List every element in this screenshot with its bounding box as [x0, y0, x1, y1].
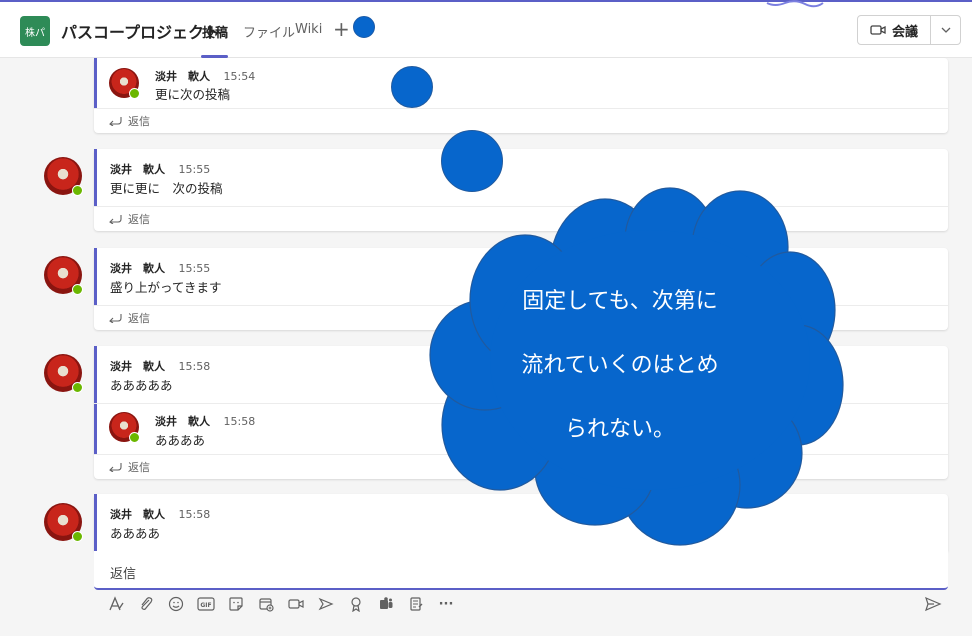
- tab-posts[interactable]: 投稿: [202, 22, 228, 41]
- message-author[interactable]: 淡井 軟人: [110, 360, 165, 373]
- stream-icon[interactable]: [317, 595, 335, 613]
- message-author[interactable]: 淡井 軟人: [110, 508, 165, 521]
- message-meta: 淡井 軟人 15:58: [110, 358, 210, 374]
- more-icon[interactable]: ···: [437, 595, 455, 613]
- callout-line: 固定しても、次第に: [522, 289, 718, 314]
- message-text: 盛り上がってきます: [110, 280, 222, 295]
- thread-accent: [94, 346, 97, 454]
- presence-available-icon: [129, 432, 140, 443]
- message-text: ああああ: [110, 526, 161, 541]
- teams-app-icon[interactable]: [377, 595, 395, 613]
- meet-button[interactable]: 会議: [857, 15, 961, 45]
- reply-arrow-icon: [109, 117, 122, 126]
- reply-text: ああああ: [155, 433, 206, 448]
- sticker-icon[interactable]: [227, 595, 245, 613]
- message-meta: 淡井 軟人 15:55: [110, 161, 210, 177]
- thread-accent: [94, 58, 97, 108]
- reply-label: 返信: [128, 312, 150, 325]
- avatar[interactable]: [44, 503, 83, 542]
- reply-label: 返信: [128, 213, 150, 226]
- attach-icon[interactable]: [137, 595, 155, 613]
- callout-small-bubble: [391, 66, 433, 108]
- message-card: 淡井 軟人 15:54 更に次の投稿 返信: [94, 58, 948, 133]
- reply-compose-box[interactable]: 返信: [94, 551, 948, 590]
- send-icon[interactable]: [924, 595, 942, 613]
- callout-line: 流れていくのはとめ: [521, 353, 719, 378]
- thread-accent: [94, 149, 97, 206]
- avatar[interactable]: [109, 68, 140, 99]
- avatar[interactable]: [44, 256, 83, 295]
- plus-icon[interactable]: +: [333, 17, 350, 41]
- message-time: 15:58: [178, 360, 211, 373]
- message-time: 15:55: [178, 262, 211, 275]
- annotation-scribble: [766, 0, 824, 8]
- video-camera-icon: [870, 25, 886, 35]
- praise-icon[interactable]: [347, 595, 365, 613]
- channel-header: 株パ パスコープロジェクト 投稿 ファイル Wiki + 会議: [0, 0, 972, 58]
- message-text: 更に更に 次の投稿: [110, 181, 223, 196]
- presence-available-icon: [129, 88, 140, 99]
- reply-time: 15:58: [223, 415, 256, 428]
- tab-files[interactable]: ファイル: [243, 22, 295, 41]
- presence-available-icon: [72, 284, 83, 295]
- message-meta: 淡井 軟人 15:58: [110, 506, 210, 522]
- message-text: 更に次の投稿: [155, 87, 231, 102]
- callout-line: られない。: [564, 417, 675, 442]
- reply-button[interactable]: 返信: [108, 459, 150, 475]
- reply-arrow-icon: [109, 215, 122, 224]
- message-author[interactable]: 淡井 軟人: [110, 163, 165, 176]
- compose-input[interactable]: 返信: [110, 563, 136, 582]
- chevron-down-icon: [941, 27, 950, 33]
- callout-text: 固定しても、次第に 流れていくのはとめ られない。: [470, 270, 770, 462]
- reply-author[interactable]: 淡井 軟人: [155, 415, 210, 428]
- reply-arrow-icon: [109, 314, 122, 323]
- thread-accent: [94, 494, 97, 551]
- tab-wiki[interactable]: Wiki: [295, 22, 322, 37]
- avatar[interactable]: [44, 354, 83, 393]
- message-meta: 淡井 軟人 15:55: [110, 260, 210, 276]
- meet-dropdown[interactable]: [931, 16, 960, 44]
- team-name: パスコープロジェクト: [61, 23, 221, 42]
- svg-text:GIF: GIF: [200, 602, 211, 609]
- message-text: あああああ: [110, 378, 173, 393]
- message-time: 15:58: [178, 508, 211, 521]
- message-meta: 淡井 軟人 15:54: [155, 68, 255, 84]
- top-accent-line: [0, 0, 972, 2]
- reply-button[interactable]: 返信: [108, 310, 150, 326]
- divider: [94, 108, 948, 109]
- presence-available-icon: [72, 531, 83, 542]
- presence-available-icon: [72, 185, 83, 196]
- team-avatar[interactable]: 株パ: [20, 16, 50, 46]
- reply-meta: 淡井 軟人 15:58: [155, 413, 255, 429]
- reply-label: 返信: [128, 115, 150, 128]
- callout-medium-bubble: [441, 130, 503, 192]
- meet-label: 会議: [891, 24, 918, 40]
- video-icon[interactable]: [287, 595, 305, 613]
- message-author[interactable]: 淡井 軟人: [155, 70, 210, 83]
- schedule-meeting-icon[interactable]: [257, 595, 275, 613]
- forms-icon[interactable]: [407, 595, 425, 613]
- reply-arrow-icon: [109, 463, 122, 472]
- format-icon[interactable]: [107, 595, 125, 613]
- avatar[interactable]: [109, 412, 140, 443]
- callout-small-bubble: [353, 16, 375, 38]
- avatar[interactable]: [44, 157, 83, 196]
- reply-button[interactable]: 返信: [108, 113, 150, 129]
- gif-icon[interactable]: GIF: [197, 595, 215, 613]
- message-time: 15:55: [178, 163, 211, 176]
- reply-button[interactable]: 返信: [108, 211, 150, 227]
- presence-available-icon: [72, 382, 83, 393]
- message-time: 15:54: [223, 70, 256, 83]
- message-author[interactable]: 淡井 軟人: [110, 262, 165, 275]
- reply-label: 返信: [128, 461, 150, 474]
- thread-accent: [94, 248, 97, 305]
- emoji-icon[interactable]: [167, 595, 185, 613]
